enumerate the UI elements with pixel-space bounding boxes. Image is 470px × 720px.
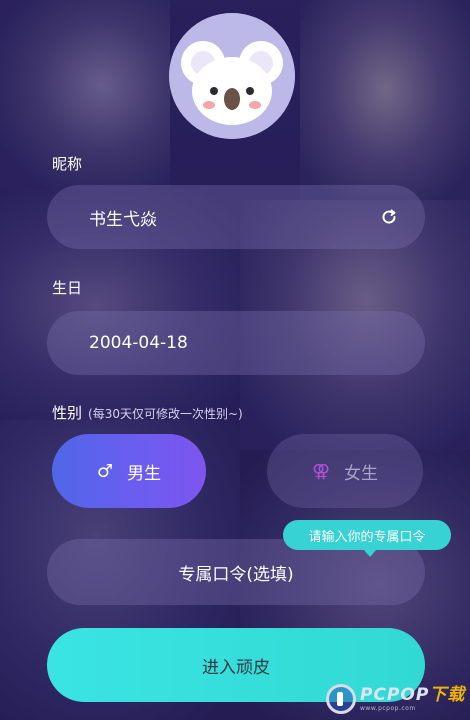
- pcpop-watermark: PCPOP下载 www.pcpop.com: [326, 680, 466, 718]
- male-button[interactable]: ♂ 男生: [52, 434, 206, 508]
- koala-avatar-icon[interactable]: [169, 13, 295, 139]
- gender-hint: (每30天仅可修改一次性别~): [88, 407, 243, 421]
- female-symbol-icon: ⚢: [311, 460, 331, 482]
- pcpop-logo-icon: [326, 684, 356, 714]
- watermark-accent: 下载: [429, 684, 466, 705]
- male-symbol-icon: ♂: [96, 460, 114, 482]
- watermark-title: PCPOP: [360, 684, 430, 705]
- watermark-subtitle: www.pcpop.com: [360, 704, 416, 712]
- code-tooltip: 请输入你的专属口令: [283, 520, 451, 557]
- nickname-field[interactable]: 书生弋焱: [47, 185, 425, 249]
- birthday-value: 2004-04-18: [89, 333, 188, 353]
- birthday-field[interactable]: 2004-04-18: [47, 311, 425, 375]
- nickname-value: 书生弋焱: [89, 209, 157, 230]
- nickname-label: 昵称: [52, 155, 83, 173]
- birthday-label: 生日: [52, 279, 83, 297]
- female-label: 女生: [344, 463, 379, 484]
- exclusive-code-placeholder: 专属口令(选填): [178, 564, 294, 585]
- male-label: 男生: [127, 463, 162, 484]
- female-button[interactable]: ⚢ 女生: [267, 434, 423, 508]
- refresh-icon[interactable]: [379, 207, 399, 227]
- gender-label: 性别 (每30天仅可修改一次性别~): [52, 404, 243, 422]
- enter-button-label: 进入顽皮: [202, 657, 270, 678]
